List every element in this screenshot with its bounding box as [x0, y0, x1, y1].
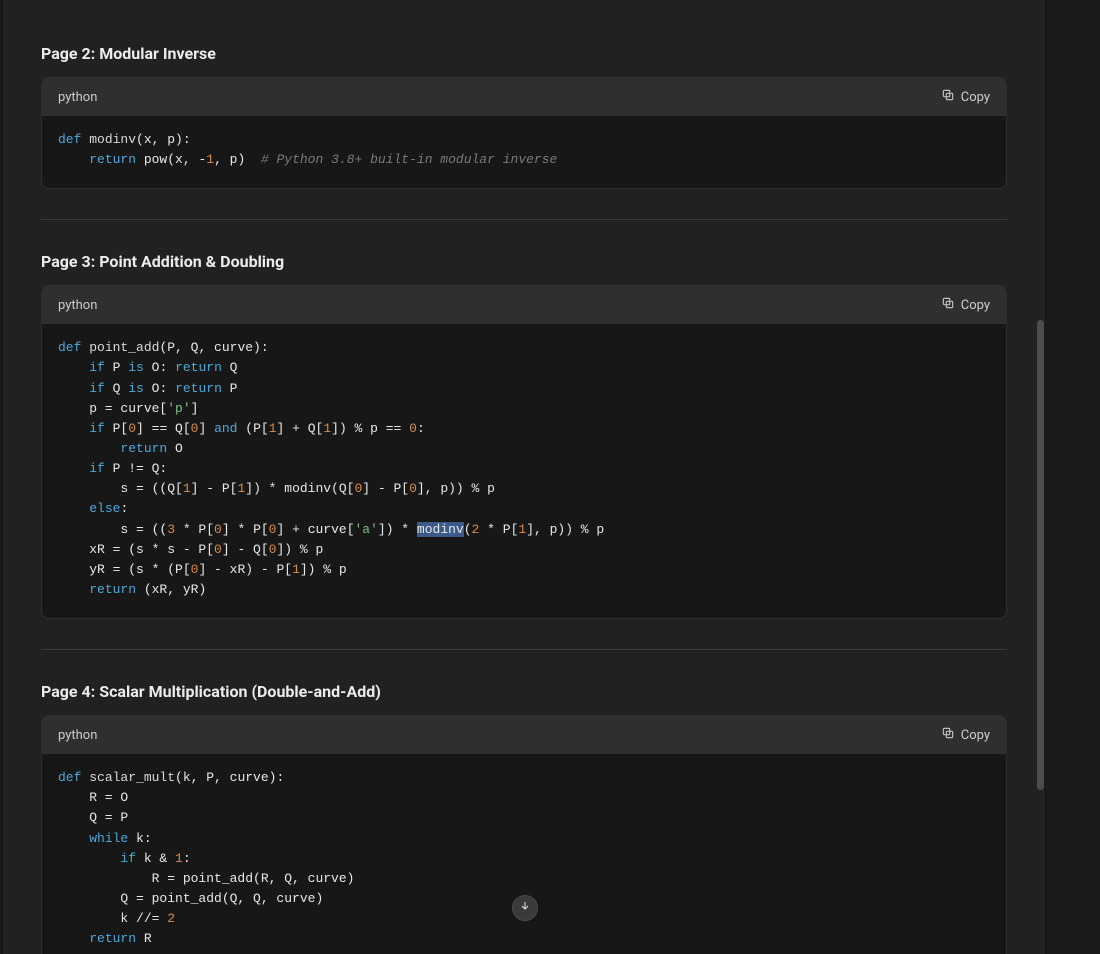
content-area: Page 2: Modular Inverse python Copy def …	[5, 44, 1043, 954]
language-label: python	[58, 90, 97, 105]
copy-icon	[941, 726, 955, 744]
code-block: python Copy def modinv(x, p): return pow…	[41, 77, 1007, 189]
code-header: python Copy	[42, 286, 1006, 324]
section-page-3: Page 3: Point Addition & Doubling python…	[41, 252, 1007, 650]
section-heading: Page 2: Modular Inverse	[41, 44, 1007, 63]
chat-response-panel: Page 2: Modular Inverse python Copy def …	[4, 0, 1044, 954]
code-block: python Copy def point_add(P, Q, curve): …	[41, 285, 1007, 619]
copy-button[interactable]: Copy	[941, 726, 990, 744]
arrow-down-icon	[519, 900, 531, 916]
scroll-to-bottom-button[interactable]	[512, 895, 538, 921]
copy-label: Copy	[961, 298, 990, 313]
copy-icon	[941, 296, 955, 314]
scrollbar-thumb[interactable]	[1037, 320, 1044, 790]
code-header: python Copy	[42, 716, 1006, 754]
copy-label: Copy	[961, 90, 990, 105]
code-content[interactable]: def scalar_mult(k, P, curve): R = O Q = …	[42, 754, 1006, 954]
copy-button[interactable]: Copy	[941, 88, 990, 106]
language-label: python	[58, 728, 97, 743]
section-heading: Page 3: Point Addition & Doubling	[41, 252, 1007, 271]
copy-icon	[941, 88, 955, 106]
language-label: python	[58, 298, 97, 313]
code-content[interactable]: def point_add(P, Q, curve): if P is O: r…	[42, 324, 1006, 618]
copy-label: Copy	[961, 728, 990, 743]
code-content[interactable]: def modinv(x, p): return pow(x, -1, p) #…	[42, 116, 1006, 188]
code-header: python Copy	[42, 78, 1006, 116]
section-heading: Page 4: Scalar Multiplication (Double-an…	[41, 682, 1007, 701]
section-page-2: Page 2: Modular Inverse python Copy def …	[41, 44, 1007, 220]
copy-button[interactable]: Copy	[941, 296, 990, 314]
scrollbar-track[interactable]	[1036, 0, 1044, 954]
